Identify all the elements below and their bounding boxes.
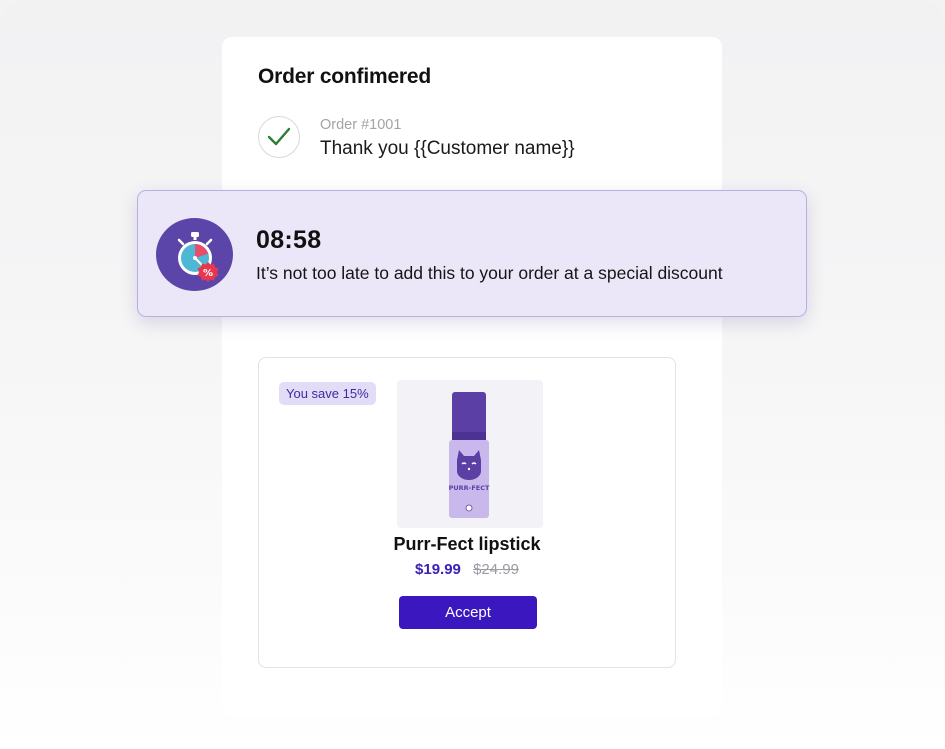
countdown-banner: % 08:58 It’s not too late to add this to…	[137, 190, 807, 317]
page-title: Order confimered	[258, 65, 432, 88]
banner-message: It’s not too late to add this to your or…	[256, 263, 723, 283]
svg-text:%: %	[202, 268, 212, 279]
original-price: $24.99	[473, 561, 519, 578]
thank-you-message: Thank you {{Customer name}}	[320, 138, 575, 159]
svg-text:PURR-FECT: PURR-FECT	[449, 484, 490, 492]
order-number: Order #1001	[320, 117, 402, 133]
current-price: $19.99	[415, 561, 461, 578]
stopwatch-discount-icon: %	[156, 218, 233, 291]
discount-badge: You save 15%	[279, 382, 376, 405]
checkmark-icon	[258, 116, 300, 158]
accept-button[interactable]: Accept	[399, 596, 537, 629]
countdown-timer: 08:58	[256, 226, 322, 254]
price-row: $19.99 $24.99	[259, 561, 675, 578]
product-image: PURR-FECT	[397, 380, 543, 528]
product-name: Purr-Fect lipstick	[393, 534, 541, 554]
upsell-offer-card: You save 15% PURR-FECT Purr-Fect lipstic…	[258, 357, 676, 668]
